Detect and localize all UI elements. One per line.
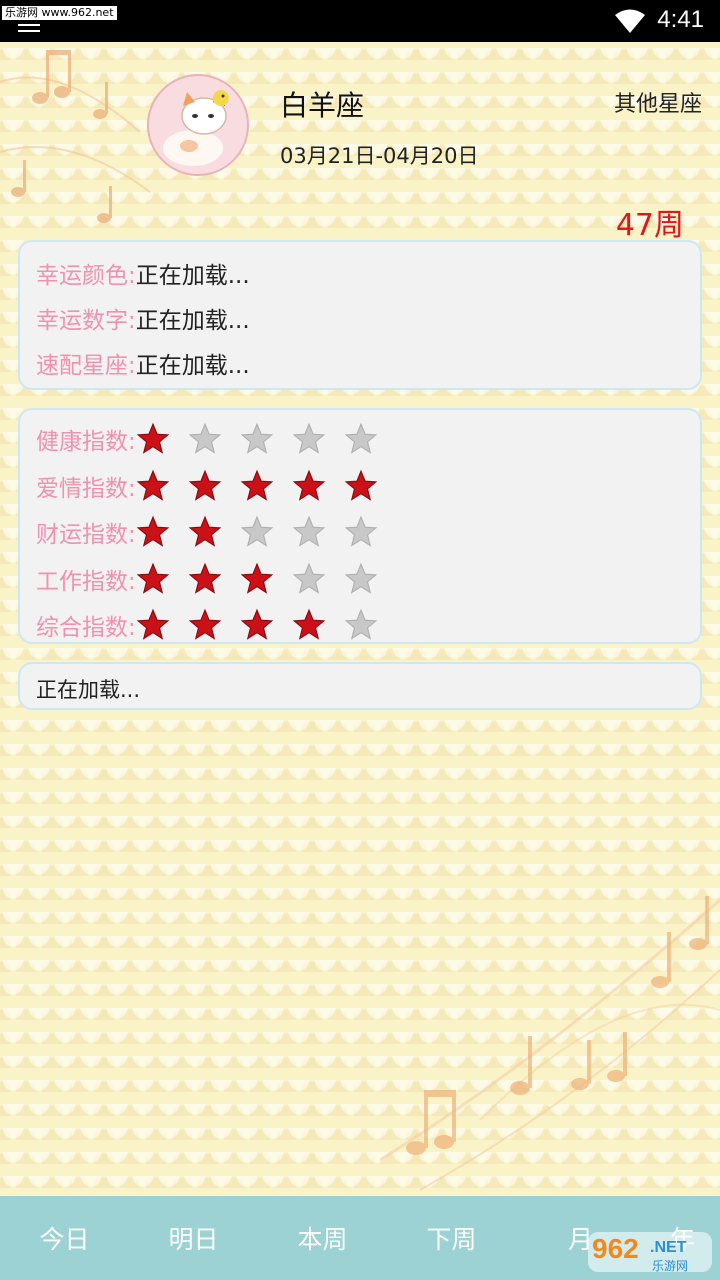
status-watermark: 乐游网 www.962.net	[2, 6, 117, 20]
filled-star-icon	[136, 515, 170, 547]
empty-star-icon	[240, 422, 274, 454]
music-notes-decoration	[380, 896, 720, 1191]
match-sign-row: 速配星座: 正在加载...	[36, 340, 700, 385]
filled-star-icon	[240, 469, 274, 501]
empty-star-icon	[344, 422, 378, 454]
overall-index-label: 综合指数:	[36, 615, 136, 642]
overall-index-row: 综合指数:	[36, 602, 700, 649]
empty-star-icon	[292, 422, 326, 454]
lucky-number-label: 幸运数字:	[36, 307, 136, 334]
lucky-number-value: 正在加载...	[135, 307, 250, 334]
status-bar: 乐游网 www.962.net 4:41	[0, 0, 720, 42]
love-star-rating	[136, 469, 396, 503]
wealth-index-label: 财运指数:	[36, 522, 136, 549]
love-index-label: 爱情指数:	[36, 475, 136, 502]
site-watermark-logo: 962 .NET 乐游网	[588, 1232, 712, 1273]
status-time: 4:41	[657, 6, 704, 33]
sign-name: 白羊座	[280, 89, 365, 122]
filled-star-icon	[292, 608, 326, 640]
sign-date-range: 03月21日-04月20日	[280, 144, 479, 168]
work-star-rating	[136, 562, 396, 596]
filled-star-icon	[188, 469, 222, 501]
overall-star-rating	[136, 608, 396, 642]
other-signs-link[interactable]: 其他星座	[614, 86, 702, 118]
empty-star-icon	[344, 515, 378, 547]
wealth-star-rating	[136, 515, 396, 549]
health-index-row: 健康指数:	[36, 416, 700, 463]
aries-avatar	[147, 74, 249, 176]
filled-star-icon	[292, 469, 326, 501]
filled-star-icon	[344, 469, 378, 501]
filled-star-icon	[136, 469, 170, 501]
empty-star-icon	[292, 515, 326, 547]
health-star-rating	[136, 422, 396, 456]
tab-today[interactable]: 今日	[0, 1196, 129, 1280]
filled-star-icon	[136, 562, 170, 594]
tab-next-week[interactable]: 下周	[387, 1196, 516, 1280]
cat-character-icon	[149, 76, 247, 174]
love-index-row: 爱情指数:	[36, 463, 700, 510]
menu-icon[interactable]	[18, 24, 40, 38]
health-index-label: 健康指数:	[36, 429, 136, 456]
svg-text:乐游网: 乐游网	[652, 1259, 688, 1273]
summary-card: 正在加载...	[18, 662, 702, 710]
filled-star-icon	[188, 608, 222, 640]
summary-text: 正在加载...	[36, 678, 141, 702]
filled-star-icon	[188, 562, 222, 594]
filled-star-icon	[240, 608, 274, 640]
sign-header: 白羊座 03月21日-04月20日 其他星座 47周	[0, 42, 720, 243]
svg-text:962: 962	[592, 1233, 639, 1264]
week-number-label: 47周	[615, 208, 684, 243]
match-sign-value: 正在加载...	[135, 352, 250, 379]
lucky-info-card: 幸运颜色: 正在加载... 幸运数字: 正在加载... 速配星座: 正在加载..…	[18, 240, 702, 390]
work-index-row: 工作指数:	[36, 556, 700, 603]
empty-star-icon	[240, 515, 274, 547]
filled-star-icon	[240, 562, 274, 594]
svg-text:.NET: .NET	[650, 1239, 687, 1256]
tab-tomorrow[interactable]: 明日	[129, 1196, 258, 1280]
lucky-color-row: 幸运颜色: 正在加载...	[36, 250, 700, 295]
empty-star-icon	[344, 562, 378, 594]
wealth-index-row: 财运指数:	[36, 509, 700, 556]
lucky-color-label: 幸运颜色:	[36, 262, 136, 289]
fortune-index-card: 健康指数: 爱情指数: 财运指数: 工作指数: 综合指数:	[18, 408, 702, 644]
filled-star-icon	[136, 608, 170, 640]
match-sign-label: 速配星座:	[36, 352, 136, 379]
lucky-number-row: 幸运数字: 正在加载...	[36, 295, 700, 340]
empty-star-icon	[292, 562, 326, 594]
work-index-label: 工作指数:	[36, 568, 136, 595]
tab-this-week[interactable]: 本周	[258, 1196, 387, 1280]
lucky-color-value: 正在加载...	[135, 262, 250, 289]
empty-star-icon	[188, 422, 222, 454]
filled-star-icon	[136, 422, 170, 454]
empty-star-icon	[344, 608, 378, 640]
filled-star-icon	[188, 515, 222, 547]
wifi-icon	[615, 9, 645, 33]
